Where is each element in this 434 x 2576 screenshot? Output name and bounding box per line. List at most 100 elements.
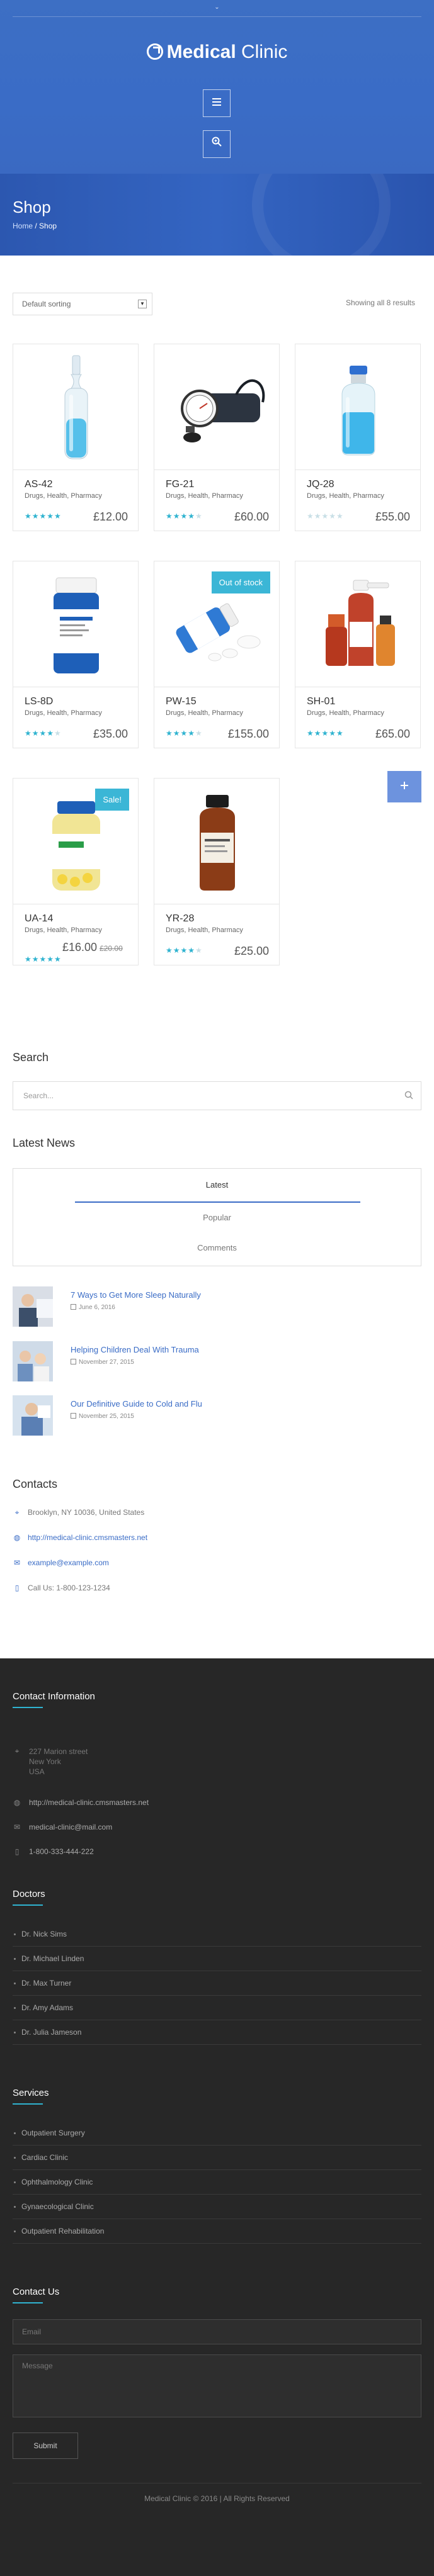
chevron-down-icon[interactable]: ⌄	[0, 4, 434, 11]
list-item[interactable]: Dr. Amy Adams	[13, 1996, 421, 2020]
tab-comments[interactable]: Comments	[13, 1243, 421, 1252]
product-image[interactable]	[295, 344, 420, 470]
result-count: Showing all 8 results	[345, 298, 415, 307]
product-image[interactable]: Out of stock	[154, 561, 279, 687]
product-categories: Drugs, Health, Pharmacy	[307, 492, 384, 500]
news-item[interactable]: Helping Children Deal With Trauma Novemb…	[13, 1341, 421, 1381]
tab-popular[interactable]: Popular	[13, 1213, 421, 1222]
product-name[interactable]: AS-42	[25, 479, 127, 490]
page-title: Shop	[13, 198, 51, 217]
list-item[interactable]: Outpatient Surgery	[13, 2121, 421, 2146]
product-card[interactable]: FG-21 Drugs, Health, Pharmacy ★★★★★ £60.…	[154, 344, 280, 531]
sorting-select[interactable]: Default sorting ▼	[13, 293, 152, 315]
email-field[interactable]: Email	[13, 2319, 421, 2344]
active-tab-indicator	[75, 1201, 360, 1203]
news-item[interactable]: 7 Ways to Get More Sleep Naturally June …	[13, 1286, 421, 1327]
footer-website: ◍ http://medical-clinic.cmsmasters.net	[13, 1798, 149, 1807]
search-icon[interactable]	[404, 1091, 413, 1100]
rating-stars: ★★★★★	[307, 512, 344, 520]
product-image[interactable]	[295, 561, 420, 687]
product-image[interactable]	[154, 779, 279, 904]
rating-stars: ★★★★★	[166, 729, 203, 738]
product-categories: Drugs, Health, Pharmacy	[25, 709, 102, 717]
product-card[interactable]: YR-28 Drugs, Health, Pharmacy ★★★★★ £25.…	[154, 778, 280, 965]
list-item[interactable]: Dr. Julia Jameson	[13, 2020, 421, 2045]
product-name[interactable]: YR-28	[166, 913, 268, 925]
product-card[interactable]: SH-01 Drugs, Health, Pharmacy ★★★★★ £65.…	[295, 561, 421, 748]
news-thumbnail[interactable]	[13, 1341, 53, 1381]
list-item[interactable]: Dr. Max Turner	[13, 1971, 421, 1996]
news-date: November 25, 2015	[71, 1413, 134, 1420]
footer-contact-us-title: Contact Us	[13, 2286, 60, 2297]
list-item[interactable]: Ophthalmology Clinic	[13, 2170, 421, 2195]
news-title-link[interactable]: Our Definitive Guide to Cold and Flu	[71, 1399, 202, 1409]
product-image[interactable]: Sale!	[13, 779, 138, 904]
envelope-icon: ✉	[13, 1823, 21, 1831]
message-field[interactable]: Message	[13, 2354, 421, 2417]
news-thumbnail[interactable]	[13, 1286, 53, 1327]
news-tabs: Latest Popular Comments	[13, 1168, 421, 1266]
site-logo[interactable]: Medical Clinic	[0, 42, 434, 63]
product-name[interactable]: JQ-28	[307, 479, 409, 490]
calendar-icon	[71, 1413, 76, 1419]
product-categories: Drugs, Health, Pharmacy	[166, 709, 243, 717]
search-toggle-button[interactable]	[203, 130, 231, 158]
list-item[interactable]: Dr. Nick Sims	[13, 1922, 421, 1947]
breadcrumb-current: Shop	[39, 222, 57, 230]
contact-address: ⌖ Brooklyn, NY 10036, United States	[13, 1508, 145, 1517]
list-item[interactable]: Cardiac Clinic	[13, 2146, 421, 2170]
search-input[interactable]: Search...	[13, 1081, 421, 1110]
news-thumbnail[interactable]	[13, 1395, 53, 1436]
footer-email: ✉ medical-clinic@mail.com	[13, 1823, 112, 1831]
product-card[interactable]: AS-42 Drugs, Health, Pharmacy ★★★★★ £12.…	[13, 344, 139, 531]
product-image[interactable]	[13, 344, 138, 470]
calendar-icon	[71, 1359, 76, 1364]
news-item[interactable]: Our Definitive Guide to Cold and Flu Nov…	[13, 1395, 421, 1436]
product-price: £16.00 £20.00	[62, 941, 123, 953]
tab-latest[interactable]: Latest	[13, 1180, 421, 1190]
product-card[interactable]: JQ-28 Drugs, Health, Pharmacy ★★★★★ £55.…	[295, 344, 421, 531]
map-pin-icon: ⌖	[14, 1746, 20, 1755]
product-card[interactable]: Sale! UA-14 Drugs, Health, Pharmacy £16.…	[13, 778, 139, 965]
product-card[interactable]: LS-8D Drugs, Health, Pharmacy ★★★★★ £35.…	[13, 561, 139, 748]
list-item[interactable]: Dr. Michael Linden	[13, 1947, 421, 1971]
product-categories: Drugs, Health, Pharmacy	[25, 926, 102, 934]
phone-icon: ▯	[14, 1583, 20, 1592]
product-image[interactable]	[154, 344, 279, 470]
cart-float-button[interactable]	[387, 771, 421, 802]
sort-bar: Default sorting ▼ Showing all 8 results	[0, 256, 434, 318]
footer-doctors-title: Doctors	[13, 1889, 45, 1899]
contact-email: ✉ example@example.com	[13, 1558, 109, 1567]
news-title-link[interactable]: Helping Children Deal With Trauma	[71, 1345, 199, 1354]
phone-icon: ▯	[14, 1847, 20, 1856]
menu-button[interactable]	[203, 89, 231, 117]
product-name[interactable]: PW-15	[166, 696, 268, 707]
footer-email-link[interactable]: medical-clinic@mail.com	[29, 1823, 112, 1831]
product-name[interactable]: LS-8D	[25, 696, 127, 707]
product-categories: Drugs, Health, Pharmacy	[25, 492, 102, 500]
breadcrumb-home-link[interactable]: Home	[13, 222, 33, 230]
chevron-down-icon: ▼	[138, 300, 147, 308]
breadcrumb: Home / Shop	[13, 222, 57, 230]
rating-stars: ★★★★★	[307, 729, 344, 738]
news-title-link[interactable]: 7 Ways to Get More Sleep Naturally	[71, 1290, 201, 1300]
calendar-icon	[71, 1304, 76, 1310]
product-card[interactable]: Out of stock PW-15 Drugs, Health, Pharma…	[154, 561, 280, 748]
services-list: Outpatient Surgery Cardiac Clinic Ophtha…	[13, 2121, 421, 2244]
product-categories: Drugs, Health, Pharmacy	[307, 709, 384, 717]
list-item[interactable]: Outpatient Rehabilitation	[13, 2219, 421, 2244]
footer-website-link[interactable]: http://medical-clinic.cmsmasters.net	[29, 1798, 149, 1807]
news-date: November 27, 2015	[71, 1359, 134, 1366]
product-name[interactable]: UA-14	[25, 913, 127, 925]
product-name[interactable]: FG-21	[166, 479, 268, 490]
map-pin-icon: ⌖	[14, 1508, 20, 1517]
plus-icon	[401, 782, 408, 789]
website-link[interactable]: http://medical-clinic.cmsmasters.net	[28, 1533, 147, 1542]
latest-news-title: Latest News	[13, 1137, 76, 1149]
list-item[interactable]: Gynaecological Clinic	[13, 2195, 421, 2219]
submit-button[interactable]: Submit	[13, 2433, 78, 2459]
product-image[interactable]	[13, 561, 138, 687]
contacts-title: Contacts	[13, 1478, 58, 1490]
email-link[interactable]: example@example.com	[28, 1558, 109, 1567]
product-name[interactable]: SH-01	[307, 696, 409, 707]
